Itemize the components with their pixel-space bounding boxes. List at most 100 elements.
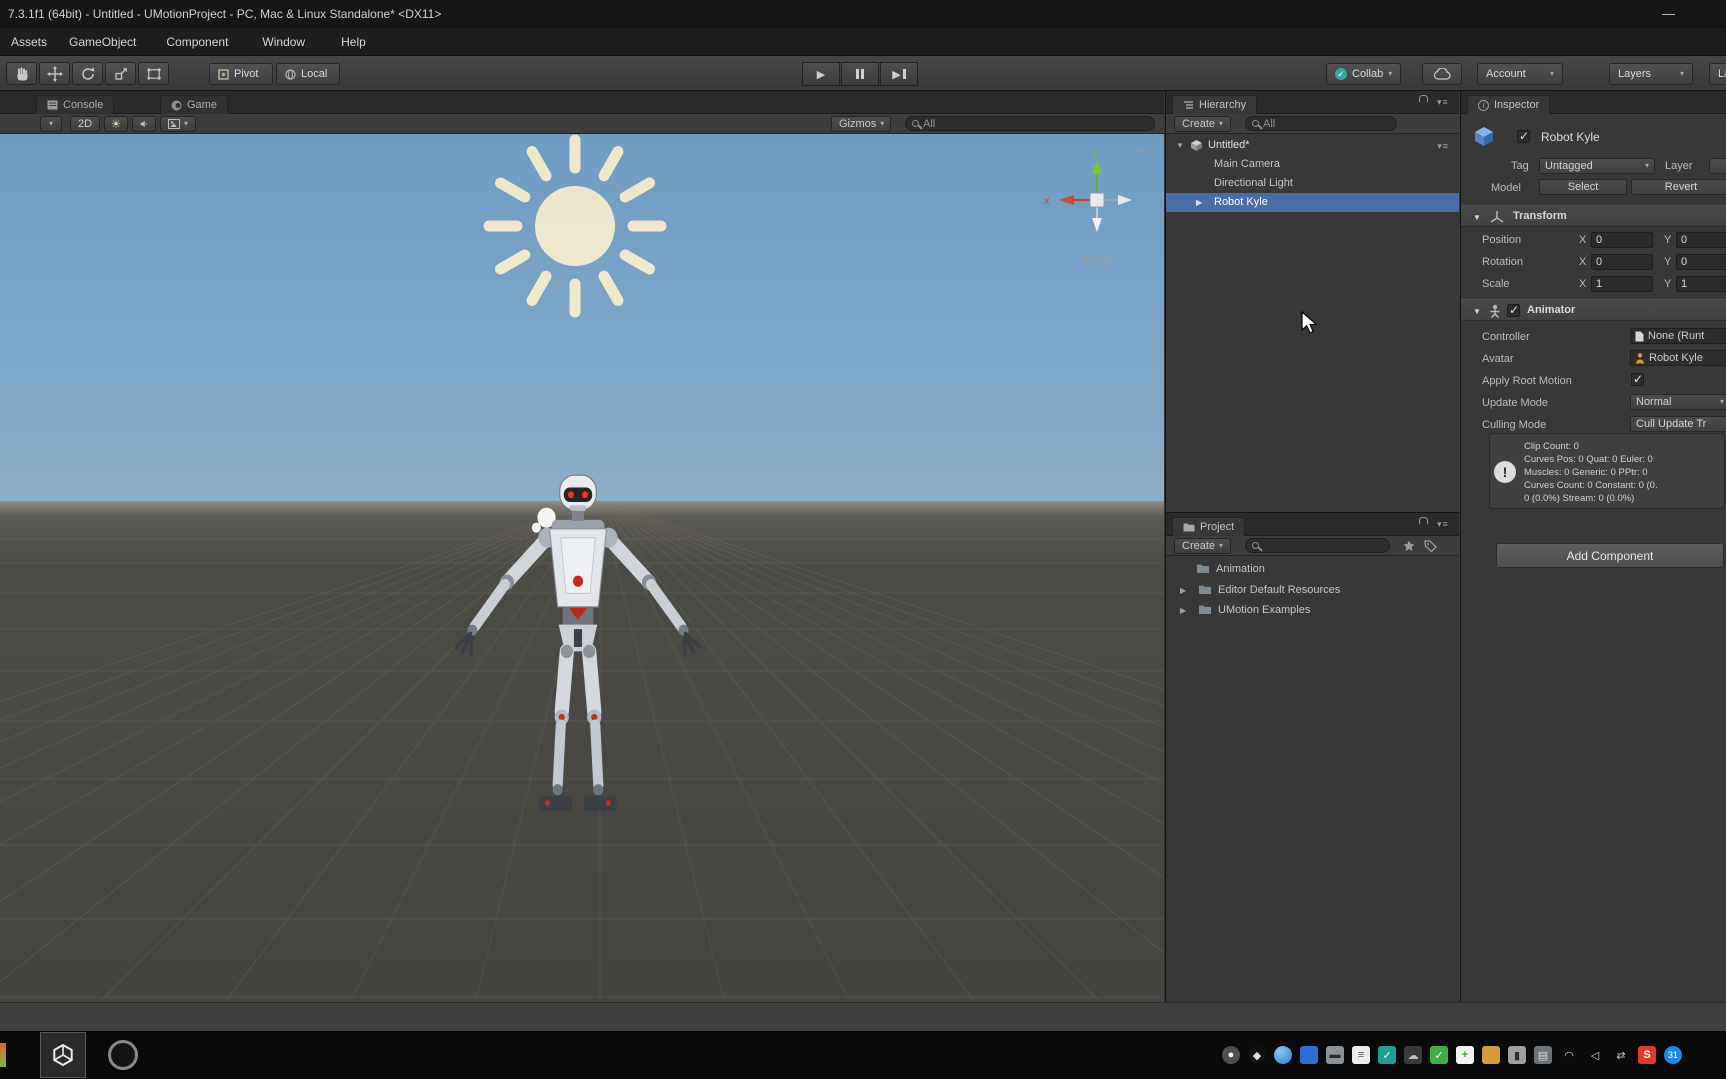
tray-cloud-icon[interactable]: ☁ bbox=[1404, 1046, 1422, 1064]
scene-search-input[interactable]: All bbox=[905, 116, 1155, 131]
menu-window[interactable]: Window bbox=[251, 28, 316, 55]
step-button[interactable]: ▶ bbox=[880, 62, 918, 86]
axis-x-arrow[interactable] bbox=[1059, 195, 1074, 205]
animator-component-header[interactable]: ▼ Animator bbox=[1461, 299, 1726, 321]
robot-kyle-model[interactable] bbox=[446, 473, 710, 841]
layers-dropdown-button[interactable]: Layers ▾ bbox=[1609, 63, 1693, 85]
taskbar-left-partial-icon[interactable] bbox=[0, 1043, 6, 1067]
controller-object-field[interactable]: None (Runt bbox=[1630, 328, 1726, 344]
scale-x-field[interactable]: 1 bbox=[1591, 276, 1653, 292]
scale-y-field[interactable]: 1 bbox=[1676, 276, 1726, 292]
foldout-open-icon[interactable]: ▼ bbox=[1473, 213, 1481, 222]
play-button[interactable]: ▶ bbox=[802, 62, 840, 86]
tray-volume-icon[interactable]: ◁ bbox=[1586, 1046, 1604, 1064]
apply-root-motion-checkbox[interactable] bbox=[1631, 372, 1644, 386]
persp-toggle[interactable]: ‹ Persp bbox=[1032, 252, 1162, 266]
gameobject-cube-icon[interactable] bbox=[1473, 125, 1495, 148]
add-component-button[interactable]: Add Component bbox=[1496, 543, 1724, 568]
layer-dropdown[interactable] bbox=[1709, 158, 1726, 174]
tray-notifier-icon[interactable]: ◆ bbox=[1248, 1046, 1266, 1064]
scene-lighting-button[interactable]: ☀ bbox=[104, 116, 128, 132]
2d-toggle-button[interactable]: 2D bbox=[70, 116, 101, 132]
menu-gameobject[interactable]: GameObject bbox=[58, 28, 147, 55]
rotation-x-field[interactable]: 0 bbox=[1591, 254, 1653, 270]
tray-gallery-folder-icon[interactable] bbox=[1482, 1046, 1500, 1064]
foldout-closed-icon[interactable]: ▶ bbox=[1180, 606, 1186, 615]
menu-assets[interactable]: Assets bbox=[0, 28, 58, 55]
local-toggle-button[interactable]: Local bbox=[276, 63, 340, 85]
tray-battery-icon[interactable]: ▮ bbox=[1508, 1046, 1526, 1064]
rotate-tool-button[interactable] bbox=[72, 62, 103, 85]
tag-dropdown[interactable]: Untagged ▾ bbox=[1539, 158, 1655, 174]
animator-enabled-checkbox[interactable] bbox=[1507, 303, 1520, 317]
pivot-toggle-button[interactable]: Pivot bbox=[209, 63, 273, 85]
account-dropdown-button[interactable]: Account ▾ bbox=[1477, 63, 1563, 85]
avatar-object-field[interactable]: Robot Kyle bbox=[1630, 350, 1726, 366]
scene-row-menu-icon[interactable]: ▾≡ bbox=[1437, 141, 1449, 152]
rect-tool-button[interactable] bbox=[138, 62, 169, 85]
tab-inspector[interactable]: i Inspector bbox=[1467, 95, 1551, 114]
foldout-closed-icon[interactable]: ▶ bbox=[1196, 198, 1202, 207]
tray-layout-switch-icon[interactable]: ⇄ bbox=[1612, 1046, 1630, 1064]
taskbar-unity-button[interactable] bbox=[40, 1032, 86, 1078]
update-mode-dropdown[interactable]: Normal ▾ bbox=[1630, 394, 1726, 410]
tray-browser-icon[interactable] bbox=[1274, 1046, 1292, 1064]
directional-light-gizmo[interactable] bbox=[475, 134, 675, 326]
tray-display-icon[interactable]: ▬ bbox=[1326, 1046, 1344, 1064]
scene-audio-button[interactable] bbox=[132, 116, 156, 132]
project-search-input[interactable] bbox=[1245, 538, 1390, 553]
layout-dropdown-button[interactable]: Layout bbox=[1709, 63, 1726, 85]
project-folder-umotion-examples[interactable]: ▶ UMotion Examples bbox=[1166, 600, 1459, 620]
cloud-button[interactable] bbox=[1422, 63, 1462, 85]
tray-date-badge[interactable]: 31 bbox=[1664, 1046, 1682, 1064]
hierarchy-create-button[interactable]: Create ▾ bbox=[1174, 116, 1232, 132]
axis-down-arrow[interactable] bbox=[1092, 218, 1102, 232]
collab-dropdown-button[interactable]: ✓ Collab ▾ bbox=[1326, 63, 1402, 85]
axis-y-arrow[interactable] bbox=[1092, 160, 1102, 174]
foldout-open-icon[interactable]: ▼ bbox=[1473, 307, 1481, 316]
tab-console[interactable]: Console bbox=[36, 95, 115, 114]
position-x-field[interactable]: 0 bbox=[1591, 232, 1653, 248]
tray-sogou-input-icon[interactable]: S bbox=[1638, 1046, 1656, 1064]
hierarchy-item-directional-light[interactable]: Directional Light bbox=[1166, 174, 1459, 193]
axis-z-arrow[interactable] bbox=[1118, 195, 1132, 205]
search-by-type-icon[interactable] bbox=[1403, 540, 1415, 552]
project-create-button[interactable]: Create ▾ bbox=[1174, 538, 1232, 554]
move-tool-button[interactable] bbox=[39, 62, 70, 85]
tray-wifi-icon[interactable]: ◠ bbox=[1560, 1046, 1578, 1064]
pane-menu-icon[interactable]: ▾≡ bbox=[1437, 519, 1449, 530]
scene-orientation-gizmo[interactable]: y x bbox=[1032, 144, 1162, 244]
tray-notes-icon[interactable]: ≡ bbox=[1352, 1046, 1370, 1064]
taskbar-app-button[interactable] bbox=[108, 1040, 138, 1070]
position-y-field[interactable]: 0 bbox=[1676, 232, 1726, 248]
pause-button[interactable] bbox=[841, 62, 879, 86]
model-revert-button[interactable]: Revert bbox=[1631, 179, 1726, 195]
foldout-open-icon[interactable]: ▼ bbox=[1176, 141, 1184, 150]
model-select-button[interactable]: Select bbox=[1539, 179, 1627, 195]
hierarchy-item-main-camera[interactable]: Main Camera bbox=[1166, 155, 1459, 174]
hierarchy-item-robot-kyle[interactable]: ▶ Robot Kyle bbox=[1166, 193, 1459, 212]
search-by-label-icon[interactable] bbox=[1424, 540, 1437, 552]
hierarchy-search-input[interactable]: All bbox=[1245, 116, 1397, 131]
tab-hierarchy[interactable]: Hierarchy bbox=[1172, 95, 1258, 114]
tray-ethernet-icon[interactable]: ▤ bbox=[1534, 1046, 1552, 1064]
culling-mode-dropdown[interactable]: Cull Update Tr bbox=[1630, 416, 1726, 432]
project-folder-animation[interactable]: Animation bbox=[1166, 559, 1459, 579]
project-folder-editor-default-resources[interactable]: ▶ Editor Default Resources bbox=[1166, 580, 1459, 600]
tab-game[interactable]: Game bbox=[160, 95, 228, 114]
scene-viewport[interactable]: y x ‹ Persp bbox=[0, 134, 1164, 1002]
tray-updater-icon[interactable]: + bbox=[1456, 1046, 1474, 1064]
scale-tool-button[interactable] bbox=[105, 62, 136, 85]
tray-security-shield-icon[interactable]: ✓ bbox=[1378, 1046, 1396, 1064]
minimize-icon[interactable]: — bbox=[1662, 6, 1675, 21]
active-checkbox[interactable] bbox=[1517, 129, 1530, 143]
menu-help[interactable]: Help bbox=[330, 28, 377, 55]
menu-component[interactable]: Component bbox=[155, 28, 239, 55]
gizmos-dropdown[interactable]: Gizmos ▾ bbox=[831, 116, 891, 132]
tab-project[interactable]: Project bbox=[1172, 517, 1246, 536]
axis-center-cube[interactable] bbox=[1089, 192, 1105, 208]
tray-user-icon[interactable]: ● bbox=[1222, 1046, 1240, 1064]
hand-tool-button[interactable] bbox=[6, 62, 37, 85]
scene-effects-dropdown[interactable]: ▾ bbox=[160, 116, 196, 132]
draw-mode-dropdown[interactable]: ▾ bbox=[40, 116, 62, 132]
